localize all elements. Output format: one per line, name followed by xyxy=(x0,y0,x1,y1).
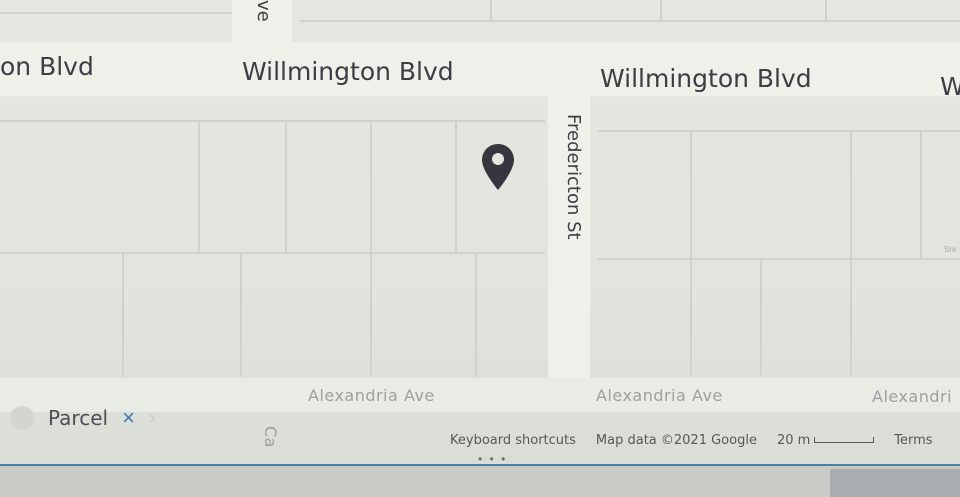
parcel-line xyxy=(825,0,827,20)
chevron-right-icon[interactable]: › xyxy=(149,407,156,430)
map-attribution-bar: Keyboard shortcuts Map data ©2021 Google… xyxy=(450,430,933,450)
street-label-willmington-right: Willmington Blvd xyxy=(600,64,812,93)
scale-bar xyxy=(814,437,875,443)
map-canvas[interactable]: on Blvd Willmington Blvd Willmington Blv… xyxy=(0,0,960,497)
parcel-line xyxy=(300,20,960,22)
street-label-tiny: Sre xyxy=(944,245,957,254)
street-label-willmington-center: Willmington Blvd xyxy=(242,57,454,86)
parcel-line xyxy=(198,120,200,252)
parcel-label: Parcel xyxy=(48,406,109,430)
parcel-line xyxy=(0,12,232,14)
street-label-corner-fragment: Ca xyxy=(261,426,280,448)
keyboard-shortcuts-link[interactable]: Keyboard shortcuts xyxy=(450,433,576,448)
parcel-line xyxy=(850,130,852,375)
parcel-line xyxy=(690,130,692,375)
parcel-line xyxy=(598,130,960,132)
parcel-line xyxy=(370,120,372,375)
parcel-line xyxy=(475,252,477,377)
parcel-line xyxy=(240,252,242,377)
street-label-fredericton: Fredericton St xyxy=(563,114,584,240)
parcel-chip[interactable]: Parcel × › xyxy=(10,400,156,436)
parcel-line xyxy=(598,258,960,260)
parcel-line xyxy=(920,130,922,258)
bottom-panel xyxy=(0,466,960,497)
map-data-text: Map data ©2021 Google xyxy=(595,432,757,448)
terms-link[interactable]: Terms xyxy=(894,433,932,448)
willmington-blvd-road xyxy=(0,42,960,96)
parcel-line xyxy=(660,0,662,20)
scale-control[interactable]: 20 m xyxy=(776,432,875,448)
parcel-line xyxy=(490,0,492,20)
parcel-line xyxy=(455,120,457,252)
street-label-willmington-far-right: W xyxy=(940,72,960,101)
street-label-alexandria-2: Alexandria Ave xyxy=(596,386,723,405)
parcel-line xyxy=(0,120,545,122)
map-pin-icon[interactable] xyxy=(480,142,516,192)
bottom-right-panel xyxy=(830,469,960,497)
street-label-alexandria-3: Alexandri xyxy=(872,387,953,406)
street-label-willmington-left: on Blvd xyxy=(0,52,94,81)
parcel-line xyxy=(122,252,124,377)
street-label-alexandria-1: Alexandria Ave xyxy=(308,386,435,405)
parcel-close-button[interactable]: × xyxy=(122,407,135,429)
parcel-line xyxy=(285,120,287,252)
parcel-line xyxy=(760,258,762,375)
scale-text: 20 m xyxy=(776,432,811,448)
street-label-top-avenue: ve xyxy=(253,0,274,22)
parcel-chip-dot xyxy=(10,406,34,430)
parcel-line xyxy=(0,252,545,254)
